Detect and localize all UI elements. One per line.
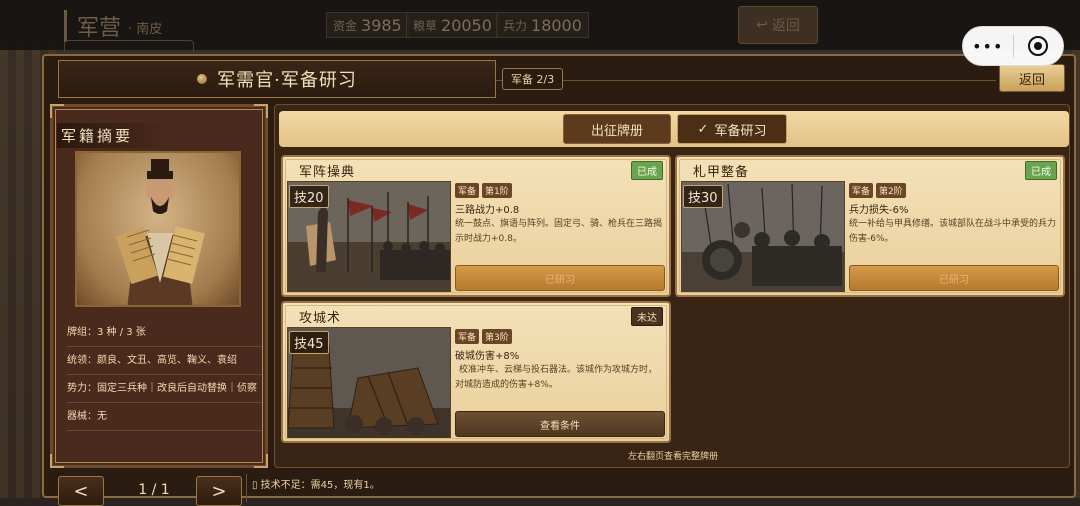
deck-count: 牌组：3 种 / 3 张 bbox=[67, 319, 263, 347]
page-indicator: 1 / 1 bbox=[138, 482, 170, 498]
card-tags: 军备 第3阶 bbox=[455, 329, 512, 344]
target-icon bbox=[1028, 36, 1049, 56]
card-tags: 军备 第2阶 bbox=[849, 183, 906, 198]
category-tag: 军备 bbox=[455, 183, 480, 198]
hud-subtitle-underline bbox=[64, 40, 194, 52]
tech-card-armor-maintenance: 札甲整备 已成 技30 军备 第2阶 兵力损失-6% 统一补给与甲具修缮。该城部… bbox=[675, 155, 1065, 297]
researched-button[interactable]: 已研习 bbox=[455, 265, 665, 291]
back-button[interactable]: 返回 bbox=[999, 64, 1065, 92]
card-title: 札甲整备 bbox=[693, 165, 750, 180]
resource-label: 资金 bbox=[333, 18, 358, 33]
mini-program-capsule: ••• bbox=[962, 26, 1064, 66]
card-effect: 兵力损失-6% bbox=[849, 205, 909, 216]
resource-value: 20050 bbox=[441, 15, 492, 35]
tab-bar: 出征牌册 ✓ 军备研习 bbox=[279, 111, 1069, 147]
resource-grain: 粮草 20050 bbox=[406, 12, 499, 38]
card-effect: 三路战力+0.8 bbox=[455, 205, 520, 216]
card-description: 统一补给与甲具修缮。该城部队在战斗中承受的兵力伤害-6%。 bbox=[849, 219, 1057, 244]
modal-title: 军需官·军备研习 bbox=[217, 70, 357, 91]
corner-ornament bbox=[50, 454, 64, 468]
summary-info: 牌组：3 种 / 3 张 统领：颜良、文丑、高览、鞠义、袁绍 势力：固定三兵种｜… bbox=[67, 319, 263, 431]
research-panel: 出征牌册 ✓ 军备研习 军阵操典 已成 技20 军备 第1阶 三路战力+0.8 … bbox=[274, 104, 1070, 468]
status-badge: 未达 bbox=[631, 307, 663, 326]
resource-value: 18000 bbox=[531, 15, 582, 35]
hud-title: 军营 bbox=[64, 10, 121, 42]
commanders: 统领：颜良、文丑、高览、鞠义、袁绍 bbox=[67, 347, 263, 375]
modal-header: 军需官·军备研习 bbox=[58, 60, 496, 98]
hud-back-button[interactable]: ↩ 返回 bbox=[738, 6, 818, 44]
tier-tag: 第1阶 bbox=[482, 183, 512, 198]
researched-button[interactable]: 已研习 bbox=[849, 265, 1059, 291]
resource-label: 粮草 bbox=[413, 18, 438, 33]
status-badge: 已成 bbox=[631, 161, 663, 180]
prev-page-button[interactable]: < bbox=[58, 476, 104, 506]
more-menu-icon[interactable]: ••• bbox=[963, 37, 1013, 56]
card-title: 军阵操典 bbox=[299, 165, 356, 180]
tier-tag: 第2阶 bbox=[876, 183, 906, 198]
hud-back-label: 返回 bbox=[771, 18, 800, 34]
card-title: 攻城术 bbox=[299, 311, 342, 326]
card-tags: 军备 第1阶 bbox=[455, 183, 512, 198]
corner-ornament bbox=[254, 104, 268, 118]
tech-warning: ▯ 技术不足：需45，现有1。 bbox=[252, 480, 380, 491]
view-conditions-button[interactable]: 查看条件 bbox=[455, 411, 665, 437]
check-icon: ✓ bbox=[697, 121, 709, 137]
bead-icon bbox=[197, 74, 208, 84]
tier-tag: 第3阶 bbox=[482, 329, 512, 344]
military-summary-card: 军籍摘要 牌组：3 种 / 3 张 统领：颜良、文丑、高览、鞠义、袁绍 势力：固… bbox=[50, 104, 268, 468]
tab-campaign-deck[interactable]: 出征牌册 bbox=[563, 114, 671, 144]
armory-research-modal: 军需官·军备研习 军备 2/3 返回 军籍摘要 牌组：3 种 / 3 张 统领：… bbox=[42, 54, 1076, 506]
top-hud: 军营 · 南皮 资金 3985 粮草 20050 兵力 18000 ↩ 返回 bbox=[0, 0, 1080, 52]
tech-requirement-badge: 技45 bbox=[289, 331, 329, 354]
card-effect: 破城伤害+8% bbox=[455, 351, 520, 362]
resource-troops: 兵力 18000 bbox=[496, 12, 589, 38]
category-tag: 军备 bbox=[849, 183, 874, 198]
resource-label: 兵力 bbox=[503, 18, 528, 33]
corner-ornament bbox=[254, 454, 268, 468]
summary-title: 军籍摘要 bbox=[57, 123, 170, 148]
card-description: 统一鼓点、旗语与阵列。固定弓、骑、枪兵在三路揭示时战力+0.8。 bbox=[455, 219, 663, 244]
armory-counter-badge: 军备 2/3 bbox=[502, 68, 564, 90]
tech-card-siege-craft: 攻城术 未达 技45 军备 第3阶 破城伤害+8% 校准冲车、云梯与投石器法。该… bbox=[281, 301, 671, 443]
tech-requirement-badge: 技20 bbox=[289, 185, 329, 208]
tab-label: 出征牌册 bbox=[590, 123, 643, 139]
tech-card-formation-manual: 军阵操典 已成 技20 军备 第1阶 三路战力+0.8 统一鼓点、旗语与阵列。固… bbox=[281, 155, 671, 297]
header-divider bbox=[496, 80, 996, 81]
close-miniprogram-button[interactable] bbox=[1013, 36, 1063, 56]
category-tag: 军备 bbox=[455, 329, 480, 344]
tab-label: 军备研习 bbox=[714, 123, 767, 139]
corner-ornament bbox=[50, 104, 64, 118]
tech-requirement-badge: 技30 bbox=[683, 185, 723, 208]
page-hint: 左右翻页查看完整牌册 bbox=[627, 452, 718, 462]
quartermaster-portrait bbox=[75, 151, 241, 307]
card-description: 校准冲车、云梯与投石器法。该城作为攻城方时，对城防造成的伤害+8%。 bbox=[455, 365, 658, 390]
faction-traits: 势力：固定三兵种｜改良后自动替换｜侦察 bbox=[67, 375, 263, 403]
resource-funds: 资金 3985 bbox=[326, 12, 409, 38]
status-badge: 已成 bbox=[1025, 161, 1057, 180]
hud-subtitle: · 南皮 bbox=[128, 22, 163, 37]
tab-armory-research[interactable]: ✓ 军备研习 bbox=[677, 114, 787, 144]
siege-equipment: 器械：无 bbox=[67, 403, 263, 431]
back-arrow-icon: ↩ bbox=[756, 17, 768, 33]
resource-value: 3985 bbox=[361, 15, 402, 35]
next-page-button[interactable]: > bbox=[196, 476, 242, 506]
